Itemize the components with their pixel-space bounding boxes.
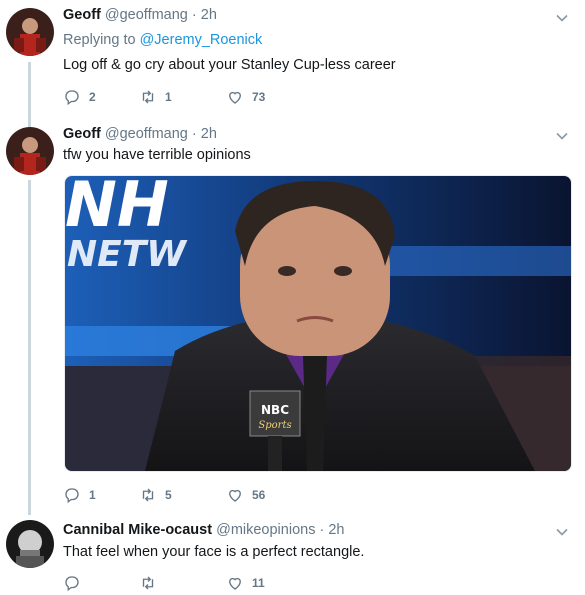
display-name[interactable]: Geoff xyxy=(63,7,101,23)
chevron-down-icon[interactable] xyxy=(555,11,569,25)
like-count: 73 xyxy=(252,90,266,104)
retweet-count: 1 xyxy=(165,90,172,104)
thread-line xyxy=(28,62,31,120)
like-button[interactable]: 11 xyxy=(226,574,265,592)
tweet-header: Cannibal Mike-ocaust @mikeopinions · 2h xyxy=(63,522,345,538)
tweet-3[interactable]: Cannibal Mike-ocaust @mikeopinions · 2h … xyxy=(0,515,585,595)
tweet-header: Geoff @geoffmang · 2h xyxy=(63,126,217,142)
retweet-button[interactable]: 1 xyxy=(139,88,172,106)
separator-dot: · xyxy=(319,522,325,538)
avatar[interactable] xyxy=(6,8,54,56)
retweet-icon xyxy=(142,576,154,590)
like-count: 11 xyxy=(252,576,265,590)
chevron-down-icon[interactable] xyxy=(555,525,569,539)
network-logo: NH xyxy=(65,176,169,241)
user-handle[interactable]: @mikeopinions xyxy=(216,522,315,538)
display-name[interactable]: Geoff xyxy=(63,126,101,142)
retweet-button[interactable]: 5 xyxy=(139,486,172,504)
replying-label: Replying to xyxy=(63,32,136,48)
like-button[interactable]: 56 xyxy=(226,486,265,504)
display-name[interactable]: Cannibal Mike-ocaust xyxy=(63,522,212,538)
network-logo-sub: NETW xyxy=(67,234,188,275)
timestamp[interactable]: 2h xyxy=(328,522,344,538)
tweet-text: Log off & go cry about your Stanley Cup-… xyxy=(63,57,396,73)
retweet-count: 5 xyxy=(165,488,172,502)
reply-button[interactable]: 1 xyxy=(63,486,96,504)
separator-dot: · xyxy=(191,126,197,142)
mention-link[interactable]: @Jeremy_Roenick xyxy=(140,32,263,48)
like-icon xyxy=(229,577,241,590)
timestamp[interactable]: 2h xyxy=(201,126,217,142)
thread-line xyxy=(28,180,31,515)
thread-line xyxy=(28,120,31,127)
tweet-media-image[interactable]: NH NETW NBC Sports xyxy=(64,175,572,472)
replying-to: Replying to @Jeremy_Roenick xyxy=(63,32,262,48)
mic-label: NBC xyxy=(261,403,289,417)
reply-icon xyxy=(65,576,79,592)
reply-icon xyxy=(65,488,79,504)
tweet-text: tfw you have terrible opinions xyxy=(63,147,251,163)
separator-dot: · xyxy=(191,7,197,23)
user-handle[interactable]: @geoffmang xyxy=(105,7,188,23)
like-icon xyxy=(229,91,241,104)
retweet-icon xyxy=(142,90,154,104)
mic-sub-label: Sports xyxy=(258,420,291,431)
like-icon xyxy=(229,489,241,502)
chevron-down-icon[interactable] xyxy=(555,129,569,143)
like-button[interactable]: 73 xyxy=(226,88,265,106)
timestamp[interactable]: 2h xyxy=(201,7,217,23)
reply-button[interactable]: 2 xyxy=(63,88,96,106)
user-handle[interactable]: @geoffmang xyxy=(105,126,188,142)
reply-count: 1 xyxy=(89,488,96,502)
tweet-text: That feel when your face is a perfect re… xyxy=(63,544,365,560)
retweet-icon xyxy=(142,488,154,502)
reply-count: 2 xyxy=(89,90,96,104)
tweet-header: Geoff @geoffmang · 2h xyxy=(63,7,217,23)
avatar[interactable] xyxy=(6,520,54,568)
avatar[interactable] xyxy=(6,127,54,175)
tweet-1[interactable]: Geoff @geoffmang · 2h Replying to @Jerem… xyxy=(0,0,585,120)
reply-button[interactable] xyxy=(63,574,89,592)
reply-icon xyxy=(65,90,79,106)
like-count: 56 xyxy=(252,488,266,502)
retweet-button[interactable] xyxy=(139,574,165,592)
